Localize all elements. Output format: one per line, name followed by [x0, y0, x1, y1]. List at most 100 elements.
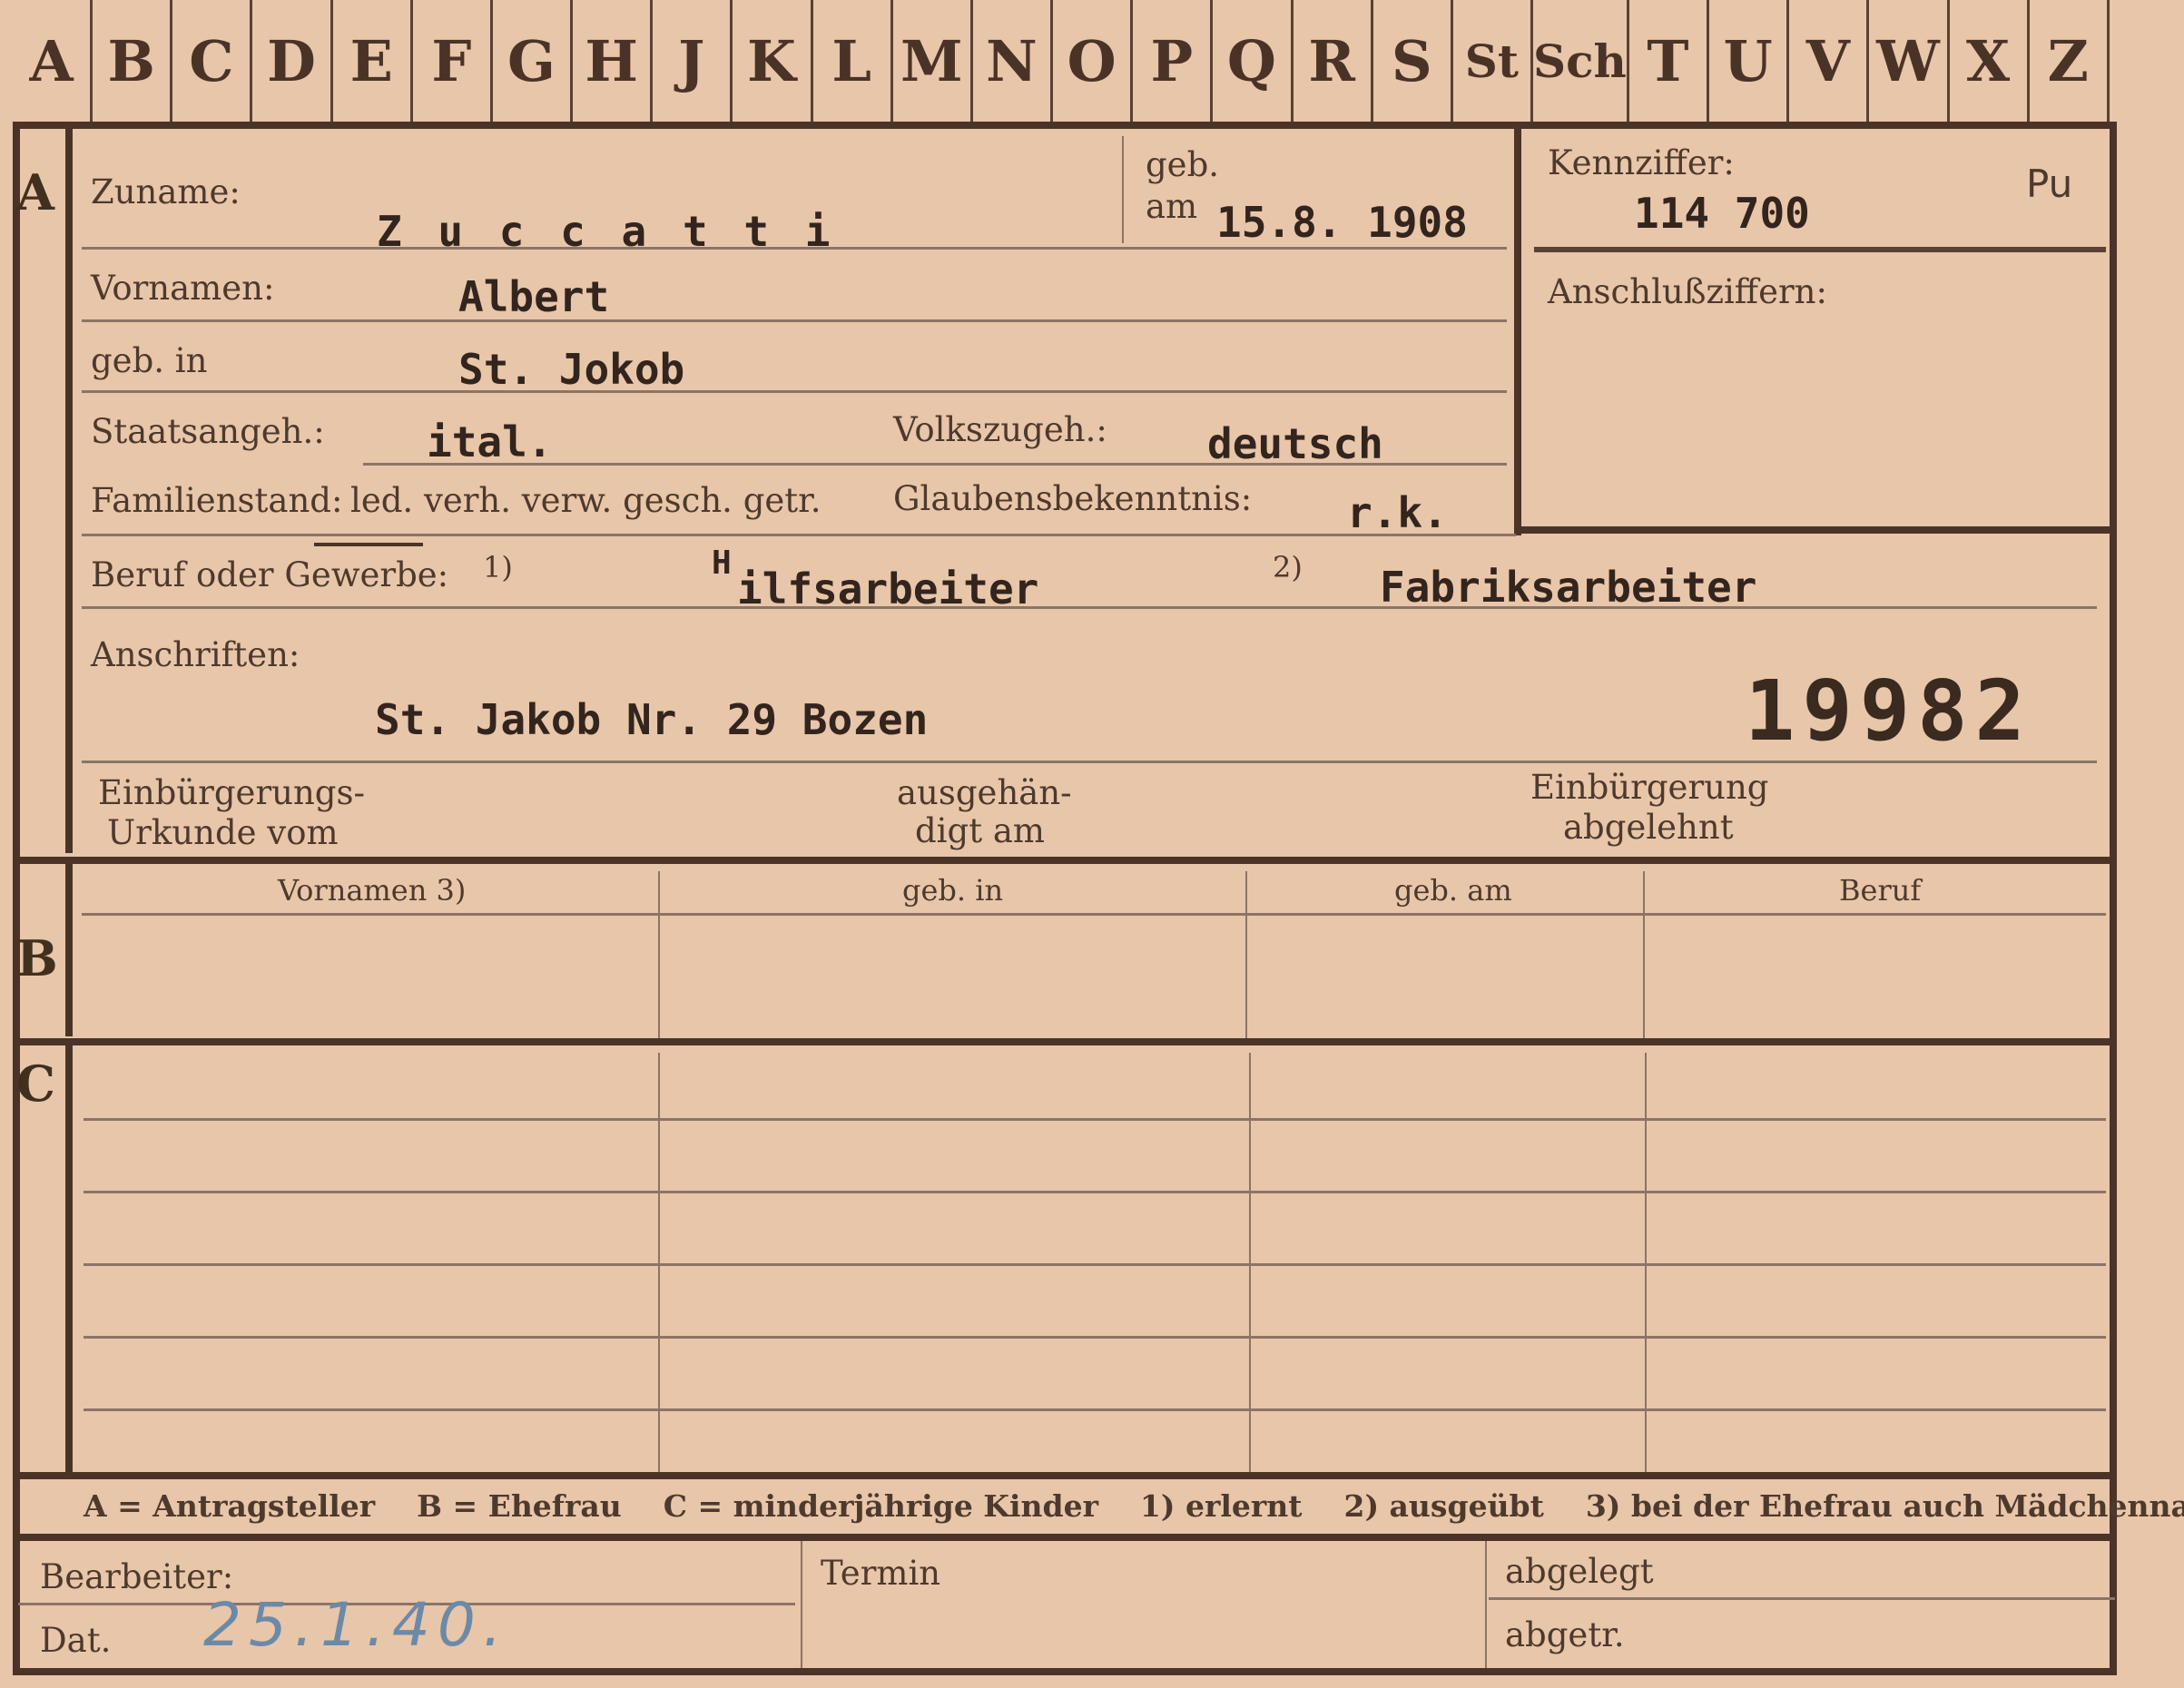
date-label: Dat. — [40, 1621, 112, 1660]
alphabet-tab: D — [252, 0, 333, 122]
section-c-bottom — [13, 1472, 2117, 1479]
filed-label: abgelegt — [1505, 1552, 1654, 1591]
alphabet-tab: T — [1629, 0, 1710, 122]
alphabet-tab: U — [1709, 0, 1790, 122]
code-box-left — [1514, 127, 1521, 535]
alphabet-tab: C — [172, 0, 253, 122]
alphabet-tab: B — [93, 0, 173, 122]
family-status-options: led. verh. verw. gesch. getr. — [350, 481, 821, 520]
frame-left — [13, 122, 20, 1675]
alphabet-tab: J — [653, 0, 733, 122]
born-date-value: 15.8. 1908 — [1216, 198, 1468, 247]
alphabet-tab: Sch — [1533, 0, 1629, 122]
code-label: Kennziffer: — [1548, 143, 1735, 182]
born-divider — [1122, 136, 1124, 243]
handed-label-2: digt am — [915, 811, 1045, 850]
date-handwritten: 25.1.40. — [203, 1590, 509, 1660]
naturalization-doc-label-2: Urkunde vom — [107, 813, 339, 852]
family-status-label: Familienstand: — [91, 481, 343, 520]
section-letter-c: C — [16, 1055, 55, 1113]
birthplace-value: St. Jokob — [458, 345, 685, 394]
alphabet-tab: Q — [1213, 0, 1294, 122]
refused-label-2: abgelehnt — [1563, 808, 1734, 847]
code-suffix: Pu — [2026, 162, 2073, 206]
rule — [84, 1336, 2106, 1339]
column-divider — [1485, 1541, 1487, 1668]
alphabet-tab: St — [1453, 0, 1533, 122]
born-label-1: geb. — [1146, 145, 1220, 184]
delivered-label: abgetr. — [1505, 1615, 1625, 1654]
address-label: Anschriften: — [91, 635, 300, 674]
alphabet-tab: S — [1373, 0, 1453, 122]
firstnames-value: Albert — [458, 272, 610, 321]
alphabet-tab: Z — [2030, 0, 2110, 122]
occupation-label: Beruf oder Gewerbe: — [91, 555, 449, 594]
alphabet-tab: X — [1950, 0, 2030, 122]
tab-divider — [13, 122, 2110, 129]
code-value: 114 700 — [1634, 189, 1810, 238]
alphabet-tab: V — [1789, 0, 1870, 122]
rule — [82, 390, 1507, 393]
refused-label-1: Einbürgerung — [1530, 768, 1769, 807]
address-value: St. Jakob Nr. 29 Bozen — [375, 695, 929, 744]
rule — [84, 1408, 2106, 1411]
column-divider — [658, 871, 660, 1038]
alphabet-tab: O — [1053, 0, 1134, 122]
col-header-birthplace: geb. in — [902, 873, 1004, 908]
rule — [82, 534, 1516, 536]
nationality-value: deutsch — [1207, 419, 1383, 468]
rule — [82, 247, 1507, 250]
section-b-bottom — [13, 1038, 2117, 1045]
alphabet-tab: P — [1133, 0, 1214, 122]
term-label: Termin — [821, 1554, 941, 1593]
col-header-occupation: Beruf — [1839, 873, 1922, 908]
citizenship-label: Staatsangeh.: — [91, 412, 325, 451]
birthplace-label: geb. in — [91, 341, 208, 380]
code-box-bottom — [1514, 526, 2110, 534]
rule — [84, 1263, 2106, 1266]
column-divider — [1643, 871, 1645, 1038]
code-box-split — [1534, 247, 2106, 252]
occupation-1-initial: H — [712, 545, 732, 582]
rule — [84, 1118, 2106, 1121]
citizenship-value: ital. — [427, 417, 553, 466]
col-header-firstnames: Vornamen 3) — [278, 873, 467, 908]
section-letter-b: B — [16, 929, 58, 987]
occupation-2-value: Fabriksarbeiter — [1380, 563, 1757, 612]
frame-right — [2110, 122, 2117, 1675]
section-c-gutter — [65, 1045, 73, 1472]
alphabet-tab: R — [1294, 0, 1373, 122]
rule — [82, 913, 2106, 916]
alphabet-tab: E — [333, 0, 413, 122]
legend: A = Antragsteller B = Ehefrau C = minder… — [84, 1488, 2184, 1524]
stamp-number: 19982 — [1745, 662, 2032, 760]
nationality-label: Volkszugeh.: — [893, 410, 1107, 449]
rule — [82, 319, 1507, 322]
alphabet-tab: N — [973, 0, 1054, 122]
alphabet-tab: H — [573, 0, 654, 122]
family-status-mark — [314, 543, 423, 546]
surname-label: Zuname: — [91, 172, 241, 211]
frame-bottom — [13, 1668, 2117, 1675]
column-divider — [1245, 871, 1247, 1038]
column-divider — [801, 1541, 802, 1668]
alphabet-tab: M — [893, 0, 973, 122]
col-header-birthdate: geb. am — [1394, 873, 1512, 908]
rule — [363, 463, 1507, 466]
link-label: Anschlußziffern: — [1548, 272, 1827, 311]
rule — [84, 1191, 2106, 1193]
born-label-2: am — [1146, 187, 1198, 226]
section-b-gutter — [65, 864, 73, 1036]
religion-value: r.k. — [1347, 488, 1448, 537]
alphabet-tab: W — [1869, 0, 1950, 122]
religion-label: Glaubensbekenntnis: — [893, 479, 1253, 518]
alphabet-tab: G — [493, 0, 574, 122]
section-letter-a: A — [16, 163, 54, 221]
naturalization-doc-label-1: Einbürgerungs- — [98, 773, 365, 812]
occupation-mark-2: 2) — [1273, 550, 1303, 584]
section-a-gutter — [65, 127, 73, 853]
rule — [1489, 1597, 2115, 1600]
alphabet-tab: K — [733, 0, 813, 122]
handed-label-1: ausgehän- — [897, 773, 1072, 812]
alphabet-tab: L — [813, 0, 893, 122]
